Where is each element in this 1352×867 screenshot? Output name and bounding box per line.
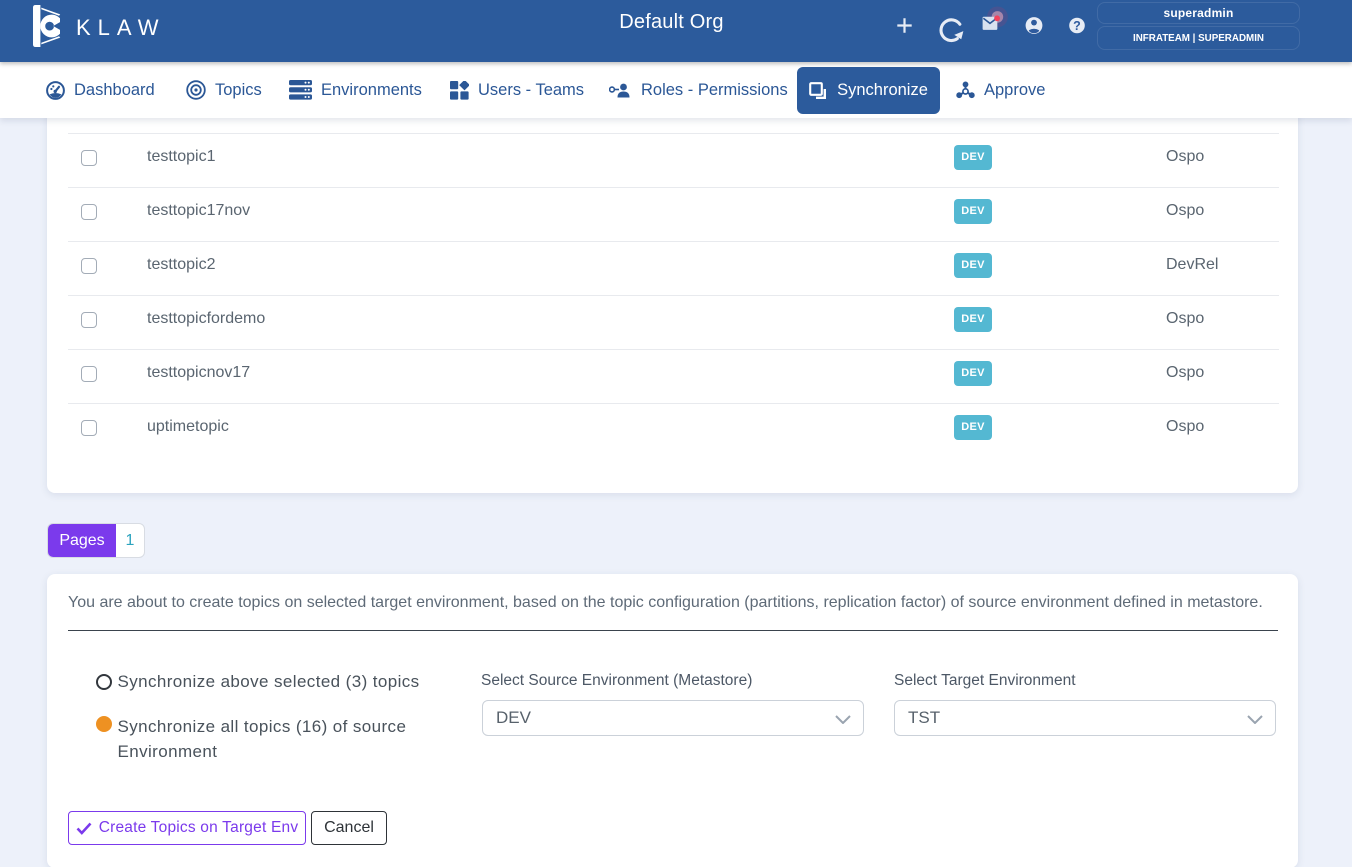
svg-text:?: ? — [1073, 19, 1081, 33]
